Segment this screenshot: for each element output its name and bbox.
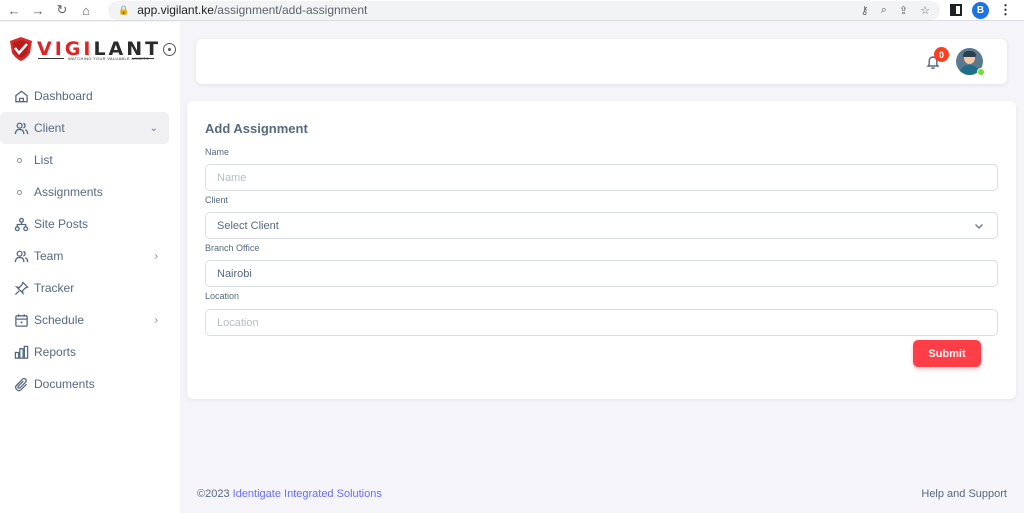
sidebar: VIGILANT WATCHING YOUR VALUABLE ASSETS D… bbox=[0, 22, 180, 513]
location-input[interactable]: Location bbox=[205, 309, 998, 336]
client-select-value: Select Client bbox=[217, 219, 279, 232]
star-icon[interactable]: ☆ bbox=[920, 4, 930, 17]
back-icon[interactable]: ← bbox=[4, 1, 24, 19]
sidebar-item-label: List bbox=[34, 153, 53, 167]
browser-tail: B ⋮ bbox=[950, 1, 1012, 19]
browser-menu-icon[interactable]: ⋮ bbox=[999, 2, 1012, 18]
sidebar-item-label: Dashboard bbox=[34, 89, 93, 103]
sidebar-item-label: Tracker bbox=[34, 281, 75, 295]
lock-icon: 🔒 bbox=[118, 4, 130, 15]
sidebar-item-label: Site Posts bbox=[34, 217, 89, 231]
bullet-icon bbox=[17, 157, 22, 163]
sidebar-item-client[interactable]: Client ⌄ bbox=[0, 112, 169, 144]
chevron-right-icon: › bbox=[154, 314, 158, 326]
url-path: /assignment/add-assignment bbox=[213, 3, 368, 17]
sidebar-item-label: Team bbox=[34, 249, 64, 263]
company-link[interactable]: Identigate Integrated Solutions bbox=[233, 488, 382, 500]
key-icon[interactable]: ⚷ bbox=[861, 4, 869, 17]
address-bar-actions: ⚷ ⌕ ⇪ ☆ bbox=[861, 4, 940, 17]
zoom-icon[interactable]: ⌕ bbox=[881, 4, 887, 17]
branch-office-label: Branch Office bbox=[205, 243, 260, 253]
sidebar-menu: Dashboard Client ⌄ List Assignments Site… bbox=[0, 80, 180, 400]
sidebar-item-site-posts[interactable]: Site Posts bbox=[0, 208, 180, 240]
browser-nav: ← → ↻ ⌂ bbox=[0, 1, 96, 19]
sidebar-subitem-list[interactable]: List bbox=[0, 144, 180, 176]
home-icon[interactable]: ⌂ bbox=[76, 1, 96, 19]
sidebar-item-dashboard[interactable]: Dashboard bbox=[0, 80, 180, 112]
notification-count-badge: 0 bbox=[934, 47, 949, 62]
sidebar-item-label: Schedule bbox=[34, 313, 85, 327]
sidebar-subitem-assignments[interactable]: Assignments bbox=[0, 176, 180, 208]
tagline-line-left bbox=[38, 58, 64, 59]
name-label: Name bbox=[205, 147, 230, 157]
sitemap-icon bbox=[13, 216, 29, 232]
target-icon bbox=[163, 42, 177, 56]
client-label: Client bbox=[205, 195, 229, 205]
online-status-dot bbox=[977, 68, 985, 76]
paperclip-icon bbox=[13, 376, 29, 392]
brand-logo[interactable]: VIGILANT WATCHING YOUR VALUABLE ASSETS bbox=[8, 36, 177, 62]
sidebar-item-team[interactable]: Team › bbox=[0, 240, 180, 272]
sidebar-item-label: Client bbox=[34, 121, 65, 135]
help-support-link[interactable]: Help and Support bbox=[921, 488, 1007, 500]
profile-avatar[interactable]: B bbox=[972, 1, 989, 19]
browser-toolbar: ← → ↻ ⌂ 🔒 app.vigilant.ke/assignment/add… bbox=[0, 0, 1024, 21]
forward-icon[interactable]: → bbox=[28, 1, 48, 19]
avatar-hair bbox=[963, 51, 976, 57]
sidebar-item-label: Documents bbox=[34, 377, 95, 391]
reload-icon[interactable]: ↻ bbox=[52, 1, 72, 19]
sidebar-item-documents[interactable]: Documents bbox=[0, 368, 180, 400]
sidebar-item-label: Assignments bbox=[34, 185, 103, 199]
client-select[interactable]: Select Client bbox=[205, 212, 998, 239]
sidebar-item-schedule[interactable]: Schedule › bbox=[0, 304, 180, 336]
chevron-down-icon: ⌄ bbox=[149, 122, 158, 134]
branch-office-input[interactable]: Nairobi bbox=[205, 260, 998, 287]
share-icon[interactable]: ⇪ bbox=[899, 4, 908, 17]
add-assignment-card: Add Assignment Name Name Client Select C… bbox=[187, 101, 1016, 399]
home-icon bbox=[13, 88, 29, 104]
chevron-right-icon: › bbox=[154, 250, 158, 262]
top-navbar: 0 bbox=[196, 39, 1007, 84]
sidebar-item-tracker[interactable]: Tracker bbox=[0, 272, 180, 304]
sidebar-item-reports[interactable]: Reports bbox=[0, 336, 180, 368]
chart-icon bbox=[13, 344, 29, 360]
chevron-down-icon bbox=[973, 220, 985, 232]
shield-logo-icon bbox=[10, 37, 32, 61]
location-label: Location bbox=[205, 291, 240, 301]
address-bar[interactable]: 🔒 app.vigilant.ke/assignment/add-assignm… bbox=[108, 0, 940, 20]
tagline-line-right bbox=[132, 58, 154, 59]
users-icon bbox=[13, 120, 29, 136]
side-panel-icon[interactable] bbox=[950, 4, 962, 16]
page-title: Add Assignment bbox=[205, 121, 308, 136]
submit-button[interactable]: Submit bbox=[913, 340, 981, 367]
name-input[interactable]: Name bbox=[205, 164, 998, 191]
pin-icon bbox=[13, 280, 29, 296]
url-host: app.vigilant.ke bbox=[137, 3, 214, 17]
users-icon bbox=[13, 248, 29, 264]
footer-copyright: ©2023 Identigate Integrated Solutions bbox=[197, 488, 382, 500]
calendar-icon bbox=[13, 312, 29, 328]
sidebar-item-label: Reports bbox=[34, 345, 77, 359]
bullet-icon bbox=[17, 189, 22, 195]
